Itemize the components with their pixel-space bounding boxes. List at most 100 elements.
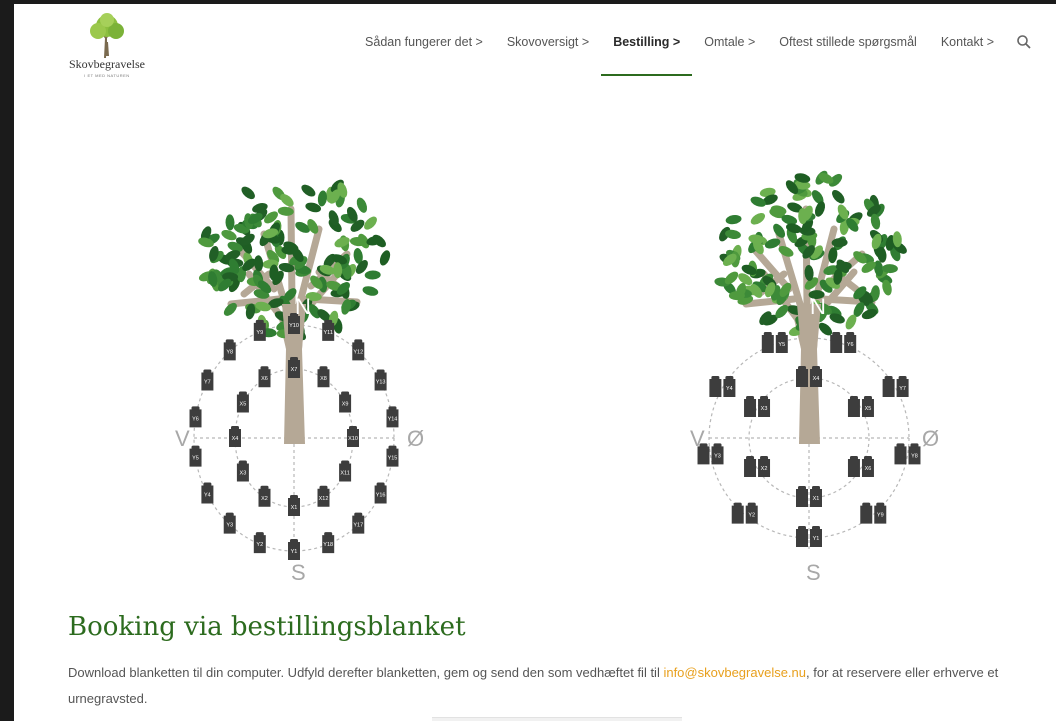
urn-pair-y9[interactable] [860,502,873,524]
urn-y9[interactable]: Y9 [874,502,887,524]
urn-pair-x4[interactable] [796,366,808,387]
urn-label: Y18 [323,542,333,548]
urn-x1[interactable]: X1 [810,486,822,507]
compass-east: Ø [407,426,425,451]
urn-label: Y16 [376,493,386,499]
urn-x5[interactable]: X5 [861,396,874,417]
page: Skovbegravelse I ET MED NATUREN Sådan fu… [14,4,1056,721]
urn-pair-y1[interactable] [796,526,808,547]
urn-y12[interactable]: Y12 [352,339,365,361]
tree-plan-right: Y1 Y2 Y3 Y4 Y5 Y6 Y7 Y8 Y9 X1 X2 X3 X4 X5 X6 [697,170,921,551]
urn-pair-x2[interactable] [744,456,757,477]
urn-y7[interactable]: Y7 [201,369,214,391]
urn-pair-y4[interactable] [709,376,722,397]
urn-x4[interactable]: X4 [810,366,822,387]
urn-label: Y5 [778,342,785,348]
urn-label: X4 [813,376,820,382]
urn-y4[interactable]: Y4 [201,482,214,504]
site-header: Skovbegravelse I ET MED NATUREN Sådan fu… [14,4,1056,92]
urn-y15[interactable]: Y15 [386,445,399,467]
urn-label: Y1 [813,536,820,542]
urn-pair-x6[interactable] [847,456,860,477]
urn-y9[interactable]: Y9 [253,319,266,341]
urn-x4[interactable]: X4 [229,426,241,447]
urn-label: Y4 [726,386,733,392]
urn-label: X6 [865,466,872,472]
urn-y18[interactable]: Y18 [322,532,335,554]
urn-y7[interactable]: Y7 [896,376,909,397]
compass-east: Ø [922,426,940,451]
urn-x2[interactable]: X2 [258,485,271,507]
urn-pair-y7[interactable] [882,376,895,397]
urn-y2[interactable]: Y2 [745,502,758,524]
urn-label: X2 [261,496,268,502]
urn-x3[interactable]: X3 [758,396,771,417]
urn-y3[interactable]: Y3 [223,512,236,534]
urn-pair-y8[interactable] [894,443,907,465]
urn-label: Y12 [353,349,363,355]
urn-y4[interactable]: Y4 [723,376,736,397]
urn-label: X2 [761,466,768,472]
urn-x7[interactable]: X7 [288,357,300,378]
nav-item-how-it-works[interactable]: Sådan fungerer det > [365,35,483,49]
urn-x6[interactable]: X6 [861,456,874,477]
urn-label: X12 [319,496,329,502]
urn-y17[interactable]: Y17 [352,512,365,534]
urn-y1[interactable]: Y1 [288,539,300,560]
urn-y6[interactable]: Y6 [844,332,857,354]
urn-label: X1 [291,505,298,511]
urn-x1[interactable]: X1 [288,495,300,516]
urn-pair-x1[interactable] [796,486,808,507]
urn-y3[interactable]: Y3 [711,443,724,465]
urn-pair-y2[interactable] [731,502,744,524]
urn-x9[interactable]: X9 [339,391,352,413]
download-button[interactable] [432,717,682,721]
urn-y8[interactable]: Y8 [223,339,236,361]
urn-y14[interactable]: Y14 [386,406,399,428]
nav-item-contact[interactable]: Kontakt > [941,35,994,49]
urn-y11[interactable]: Y11 [322,319,335,341]
urn-x3[interactable]: X3 [236,460,249,482]
urn-label: Y7 [204,380,211,386]
urn-pair-x5[interactable] [847,396,860,417]
booking-email-link[interactable]: info@skovbegravelse.nu [663,665,806,680]
urn-y2[interactable]: Y2 [253,532,266,554]
urn-label: X3 [240,471,247,477]
urn-label: X6 [261,376,268,382]
urn-x5[interactable]: X5 [236,391,249,413]
compass-north: N [295,294,311,319]
urn-x10[interactable]: X10 [347,426,359,447]
urn-pair-y5[interactable] [761,332,774,354]
urn-x6[interactable]: X6 [258,366,271,388]
urn-pair-x3[interactable] [744,396,757,417]
urn-x2[interactable]: X2 [758,456,771,477]
logo-title: Skovbegravelse [69,57,145,71]
search-icon[interactable] [1016,34,1032,50]
urn-label: Y7 [899,386,906,392]
urn-y8[interactable]: Y8 [908,443,921,465]
urn-y6[interactable]: Y6 [189,406,202,428]
nav-item-faq[interactable]: Oftest stillede spørgsmål [779,35,917,49]
nav-item-reviews[interactable]: Omtale > [704,35,755,49]
urn-label: Y14 [388,416,398,422]
urn-y5[interactable]: Y5 [189,445,202,467]
urn-pair-y6[interactable] [830,332,843,354]
booking-text-before: Download blanketten til din computer. Ud… [68,665,664,680]
nav-item-ordering[interactable]: Bestilling > [601,35,693,76]
urn-x8[interactable]: X8 [317,366,330,388]
urn-x12[interactable]: X12 [317,485,330,507]
compass-south: S [291,560,306,585]
compass-north: N [810,294,826,319]
compass-west: V [690,426,705,451]
urn-y16[interactable]: Y16 [374,482,387,504]
urn-x11[interactable]: X11 [339,460,352,482]
diagram-full-tree: Y1 Y2 Y3 Y4 Y5 Y6 Y7 Y8 Y9 Y10 Y11 Y12 Y13 Y14 Y15 Y16 Y… [169,154,424,594]
urn-label: Y6 [192,416,199,422]
urn-y1[interactable]: Y1 [810,526,822,547]
logo-tagline: I ET MED NATUREN [84,73,130,78]
site-logo[interactable]: Skovbegravelse I ET MED NATUREN [62,12,152,80]
urn-y5[interactable]: Y5 [775,332,788,354]
urn-y13[interactable]: Y13 [374,369,387,391]
nav-item-forest-overview[interactable]: Skovoversigt > [507,35,589,49]
booking-heading: Booking via bestillingsblanket [68,612,466,642]
